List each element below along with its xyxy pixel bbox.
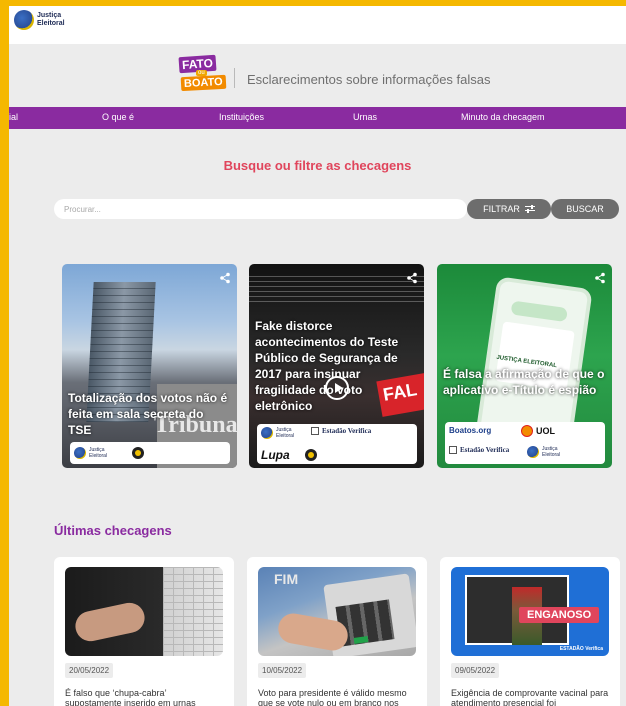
- play-icon[interactable]: [325, 376, 349, 400]
- agency-name: Boatos.org: [449, 426, 492, 435]
- featured-card[interactable]: JUSTIÇA ELEITORAL É falsa a afirmação de…: [437, 264, 612, 468]
- share-icon[interactable]: [594, 272, 606, 284]
- agency-logos: Boatos.org UOL Estadão Verifica Justiça …: [445, 422, 605, 464]
- nav-item-inicial[interactable]: ial: [9, 112, 18, 122]
- news-title[interactable]: Exigência de comprovante vacinal para at…: [451, 688, 611, 706]
- sliders-icon: [524, 204, 535, 213]
- agency-name: Estadão Verifica: [322, 427, 372, 435]
- agency-logos: Justiça Eleitoral Estadão Verifica Lupa: [257, 424, 417, 464]
- news-card[interactable]: ENGANOSO ESTADÃO Verifica 09/05/2022 Exi…: [440, 557, 620, 706]
- rating-label: ENGANOSO: [519, 607, 600, 623]
- news-card[interactable]: 20/05/2022 É falso que ‘chupa-cabra’ sup…: [54, 557, 234, 706]
- featured-title: Totalização dos votos não é feita em sal…: [68, 391, 228, 437]
- featured-title: É falsa a afirmação de que o aplicativo …: [443, 367, 605, 397]
- fato-ou-boato-logo[interactable]: FATO ou BOATO: [178, 54, 227, 92]
- image-tag: ESTADÃO Verifica: [559, 646, 603, 652]
- search-button[interactable]: BUSCAR: [551, 199, 619, 219]
- agency-name: Justiça Eleitoral: [276, 427, 295, 439]
- agency-name: UOL: [536, 426, 555, 436]
- nav-item-o-que-e[interactable]: O que é: [102, 112, 134, 122]
- news-date: 09/05/2022: [451, 663, 500, 678]
- brand-divider: [234, 68, 235, 88]
- news-thumbnail: ENGANOSO ESTADÃO Verifica: [451, 567, 609, 656]
- nav-item-instituicoes[interactable]: Instituições: [219, 112, 264, 122]
- top-bar: Justiça Eleitoral: [9, 6, 626, 44]
- emblem-icon: [527, 446, 539, 458]
- agency-name: Lupa: [261, 448, 290, 462]
- brand-subtitle: Esclarecimentos sobre informações falsas: [247, 72, 491, 87]
- check-icon: [311, 427, 319, 435]
- agency-name: Justiça Eleitoral: [542, 446, 561, 458]
- featured-card[interactable]: FAL Fake distorce acontecimentos do Test…: [249, 264, 424, 468]
- check-icon: [449, 446, 457, 454]
- emblem-icon: [74, 447, 86, 459]
- news-thumbnail: FIM: [258, 567, 416, 656]
- document-text-image: [249, 276, 424, 306]
- news-thumbnail: [65, 567, 223, 656]
- agency-logos: Justiça Eleitoral: [70, 442, 230, 464]
- agency-name: Justiça Eleitoral: [89, 447, 108, 459]
- logo-text: Justiça Eleitoral: [37, 12, 65, 27]
- latest-checks-title: Últimas checagens: [54, 523, 172, 538]
- news-title[interactable]: É falso que ‘chupa-cabra’ supostamente i…: [65, 688, 225, 706]
- news-date: 10/05/2022: [258, 663, 307, 678]
- news-card[interactable]: FIM 10/05/2022 Voto para presidente é vá…: [247, 557, 427, 706]
- nav-item-urnas[interactable]: Urnas: [353, 112, 377, 122]
- uol-icon: [521, 425, 533, 437]
- badge-icon: [304, 449, 317, 461]
- nav-item-minuto-da-checagem[interactable]: Minuto da checagem: [461, 112, 545, 122]
- agency-name: Estadão Verifica: [460, 446, 510, 454]
- search-input[interactable]: [54, 199, 467, 219]
- news-date: 20/05/2022: [65, 663, 114, 678]
- emblem-icon: [14, 10, 34, 30]
- brand-header: FATO ou BOATO Esclarecimentos sobre info…: [9, 54, 626, 94]
- badge-icon: [132, 447, 144, 459]
- page: Justiça Eleitoral FATO ou BOATO Esclarec…: [9, 6, 626, 706]
- justica-eleitoral-logo[interactable]: Justiça Eleitoral: [14, 10, 77, 30]
- main-nav: ial O que é Instituições Urnas Minuto da…: [9, 107, 626, 129]
- filter-button[interactable]: FILTRAR: [467, 199, 551, 219]
- emblem-icon: [261, 427, 273, 439]
- featured-card[interactable]: Tribunal Totalização dos votos não é fei…: [62, 264, 237, 468]
- image-word: FIM: [274, 571, 299, 587]
- search-section-title: Busque ou filtre as checagens: [223, 158, 412, 173]
- share-icon[interactable]: [406, 272, 418, 284]
- share-icon[interactable]: [219, 272, 231, 284]
- news-title[interactable]: Voto para presidente é válido mesmo que …: [258, 688, 418, 706]
